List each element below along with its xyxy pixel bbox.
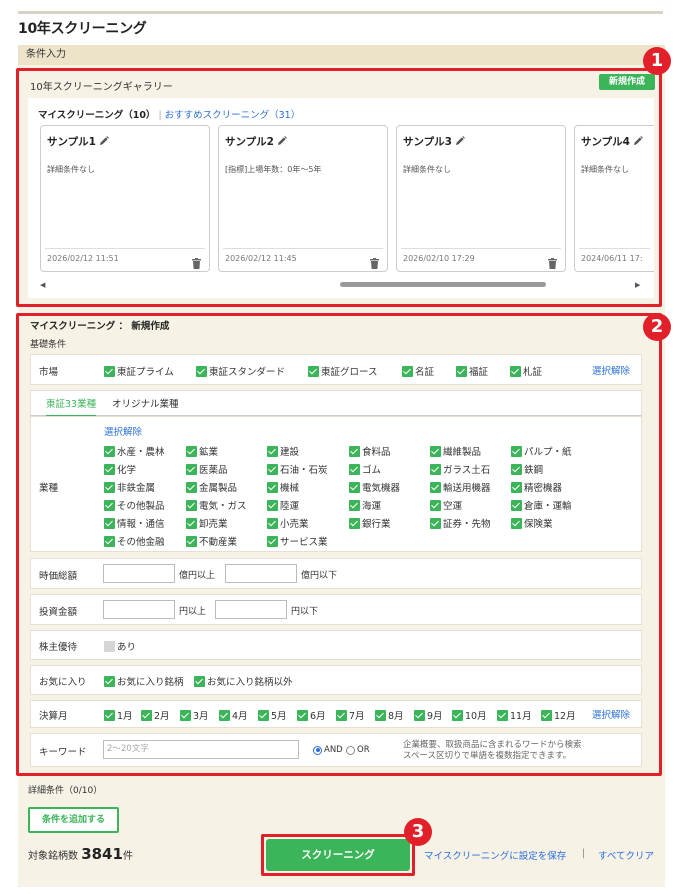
page-title: 10年スクリーニング [18, 11, 663, 38]
annotation-badge-2: 2 [643, 313, 671, 341]
count-unit: 件 [122, 851, 133, 862]
count-value: 3841 [81, 845, 123, 863]
detail-conditions-label: 詳細条件（0/10） [28, 786, 103, 796]
footer-separator: | [582, 848, 586, 859]
count-label: 対象銘柄数 [28, 851, 78, 862]
annotation-badge-1: 1 [643, 47, 671, 75]
annotation-badge-3: 3 [404, 818, 432, 846]
annotation-outline-3 [261, 834, 415, 876]
save-settings-link[interactable]: マイスクリーニングに設定を保存 [424, 848, 566, 862]
annotation-outline-2 [16, 313, 662, 776]
add-condition-button[interactable]: 条件を追加する [28, 807, 119, 833]
annotation-outline-1 [16, 68, 662, 307]
target-count: 対象銘柄数 3841件 [28, 845, 133, 863]
condition-header: 条件入力 [18, 45, 665, 65]
clear-all-link[interactable]: すべてクリア [598, 848, 654, 862]
